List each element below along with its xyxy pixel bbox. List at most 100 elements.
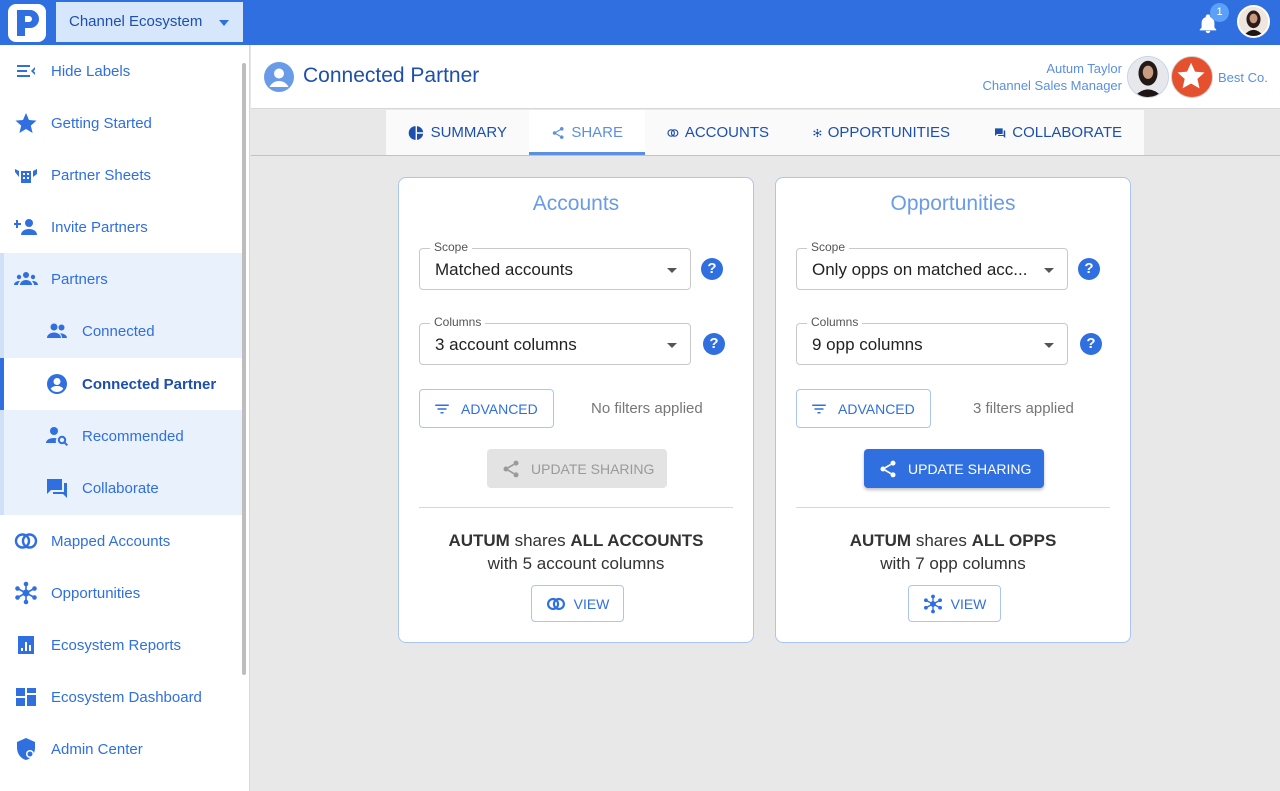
sidebar-item-partner-sheets[interactable]: Partner Sheets	[0, 149, 242, 201]
field-label: Columns	[430, 315, 486, 329]
sidebar-item-label: Connected	[82, 322, 155, 340]
page-header: Connected Partner Autum Taylor Channel S…	[251, 45, 1280, 109]
chevron-down-icon	[1044, 268, 1054, 273]
pie-icon	[408, 125, 424, 140]
tab-label: COLLABORATE	[1012, 124, 1122, 141]
sidebar-item-connected[interactable]: Connected	[0, 305, 242, 357]
account-circle-icon	[264, 62, 294, 92]
sidebar-item-mapped-accounts[interactable]: Mapped Accounts	[0, 515, 242, 567]
account-circle-icon	[44, 371, 70, 397]
summary-name: AUTUM	[849, 531, 912, 550]
tab-collaborate[interactable]: COLLABORATE	[972, 110, 1144, 155]
invite-icon	[13, 214, 39, 240]
button-label: ADVANCED	[461, 400, 538, 417]
venn-icon	[13, 528, 39, 554]
sidebar-item-opportunities[interactable]: Opportunities	[0, 567, 242, 619]
chevron-down-icon	[667, 268, 677, 273]
company-logo[interactable]	[1171, 56, 1213, 98]
hide-labels-icon	[13, 58, 39, 84]
avatar[interactable]	[1237, 5, 1270, 38]
page-title: Connected Partner	[303, 64, 480, 87]
opportunities-card: Opportunities Scope Only opps on matched…	[775, 177, 1131, 643]
logo-icon[interactable]	[8, 4, 46, 42]
columns-select[interactable]: Columns 3 account columns	[419, 315, 691, 365]
partner-sheets-icon	[13, 162, 39, 188]
chat-icon	[995, 127, 1006, 138]
field-label: Scope	[430, 240, 473, 254]
hub-icon	[13, 580, 39, 606]
card-title: Accounts	[532, 192, 620, 215]
advanced-button[interactable]: ADVANCED	[419, 389, 554, 428]
hub-icon	[813, 128, 822, 137]
filter-status: No filters applied	[591, 400, 703, 417]
tab-summary[interactable]: SUMMARY	[386, 110, 529, 155]
update-sharing-button[interactable]: UPDATE SHARING	[864, 449, 1044, 488]
divider	[419, 507, 733, 508]
sidebar-item-getting-started[interactable]: Getting Started	[0, 97, 242, 149]
sidebar-item-label: Mapped Accounts	[51, 532, 171, 550]
sidebar-item-invite-partners[interactable]: Invite Partners	[0, 201, 242, 253]
share-icon	[503, 460, 519, 477]
summary-verb: shares	[915, 531, 967, 550]
columns-select[interactable]: Columns 9 opp columns	[796, 315, 1068, 365]
sidebar-item-label: Partners	[51, 270, 108, 288]
ecosystem-select-label: Channel Ecosystem	[69, 13, 203, 30]
field-label: Columns	[807, 315, 863, 329]
filter-icon	[435, 404, 449, 413]
sidebar-scrollbar[interactable]	[242, 63, 246, 675]
card-title: Opportunities	[890, 192, 1016, 215]
sidebar-item-label: Ecosystem Dashboard	[51, 688, 202, 706]
sidebar-item-ecosystem-reports[interactable]: Ecosystem Reports	[0, 619, 242, 671]
scope-select[interactable]: Scope Matched accounts	[419, 240, 691, 290]
sidebar: Hide Labels Getting Started Partner Shee…	[0, 45, 250, 791]
view-button[interactable]: VIEW	[531, 585, 624, 622]
sidebar-item-label: Partner Sheets	[51, 166, 152, 184]
field-value: Only opps on matched acc...	[812, 260, 1028, 279]
tab-underline	[251, 155, 1280, 156]
ecosystem-select[interactable]: Channel Ecosystem	[56, 2, 243, 42]
share-icon	[552, 126, 564, 139]
venn-icon	[546, 597, 565, 610]
user-name: Autum Taylor	[1046, 61, 1122, 76]
avatar[interactable]	[1127, 56, 1169, 98]
chevron-down-icon	[219, 20, 229, 26]
sidebar-item-label: Collaborate	[82, 479, 159, 497]
sidebar-item-hide-labels[interactable]: Hide Labels	[0, 45, 242, 97]
sidebar-item-collaborate[interactable]: Collaborate	[0, 462, 242, 514]
view-button[interactable]: VIEW	[908, 585, 1001, 622]
help-icon[interactable]: ?	[701, 258, 723, 280]
accounts-card: Accounts Scope Matched accounts ? Column…	[398, 177, 754, 643]
sidebar-item-recommended[interactable]: Recommended	[0, 410, 242, 462]
help-icon[interactable]: ?	[1078, 258, 1100, 280]
tab-share[interactable]: SHARE	[529, 110, 645, 155]
divider	[796, 507, 1110, 508]
scope-select[interactable]: Scope Only opps on matched acc...	[796, 240, 1068, 290]
top-bar: Channel Ecosystem 1	[0, 0, 1280, 45]
update-sharing-button[interactable]: UPDATE SHARING	[487, 449, 667, 488]
sidebar-item-label: Invite Partners	[51, 218, 148, 236]
tab-opportunities[interactable]: OPPORTUNITIES	[791, 110, 972, 155]
advanced-button[interactable]: ADVANCED	[796, 389, 931, 428]
sidebar-item-label: Hide Labels	[51, 62, 131, 80]
connected-icon	[44, 318, 70, 344]
shield-icon	[13, 736, 39, 762]
tab-accounts[interactable]: ACCOUNTS	[645, 110, 791, 155]
help-icon[interactable]: ?	[1080, 333, 1102, 355]
sidebar-item-ecosystem-dashboard[interactable]: Ecosystem Dashboard	[0, 671, 242, 723]
sidebar-item-partners[interactable]: Partners	[0, 253, 242, 305]
sidebar-item-label: Opportunities	[51, 584, 141, 602]
company-name: Best Co.	[1218, 70, 1268, 85]
recommended-icon	[44, 423, 70, 449]
user-role: Channel Sales Manager	[982, 78, 1122, 93]
tab-bar: SUMMARY SHARE ACCOUNTS OPPORTUNITIES COL…	[386, 110, 1144, 155]
field-value: 3 account columns	[435, 335, 577, 354]
sidebar-item-admin-center[interactable]: Admin Center	[0, 723, 242, 775]
dashboard-icon	[13, 684, 39, 710]
partners-icon	[13, 266, 39, 292]
sidebar-item-label: Ecosystem Reports	[51, 636, 182, 654]
button-label: UPDATE SHARING	[908, 460, 1032, 477]
active-indicator	[0, 358, 4, 410]
help-icon[interactable]: ?	[703, 333, 725, 355]
sidebar-item-label: Connected Partner	[82, 375, 217, 393]
sidebar-item-connected-partner[interactable]: Connected Partner	[0, 358, 242, 410]
